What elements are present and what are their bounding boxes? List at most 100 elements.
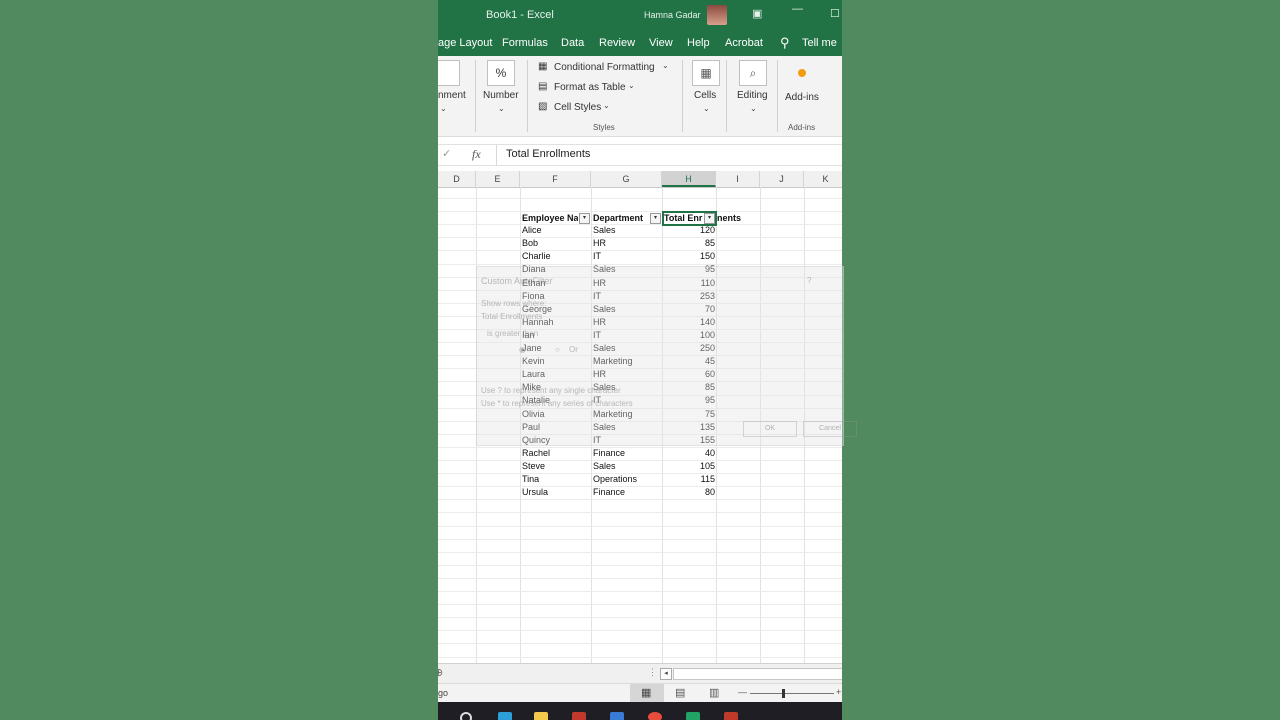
user-name[interactable]: Hamna Gadar xyxy=(644,10,701,20)
column-header-j[interactable]: J xyxy=(760,171,804,187)
addins-icon[interactable] xyxy=(798,69,806,77)
help-icon[interactable]: ? xyxy=(807,276,811,285)
cell-styles-button[interactable]: Cell Styles xyxy=(554,102,601,113)
format-table-icon[interactable]: ▤ xyxy=(538,81,547,92)
cells-label[interactable]: Cells xyxy=(694,90,716,101)
cell-employee-name[interactable]: Bob xyxy=(522,237,588,250)
page-layout-icon[interactable]: ▤ xyxy=(675,686,685,699)
add-sheet-icon[interactable]: ⊕ xyxy=(438,666,443,679)
tab-view[interactable]: View xyxy=(649,37,673,49)
excel-icon[interactable] xyxy=(686,712,700,720)
ribbon-body: nment ⌄ % Number ⌄ ▦ Conditional Formatt… xyxy=(438,56,842,137)
column-header-h[interactable]: H xyxy=(662,171,716,187)
scroll-left-icon[interactable]: ◂ xyxy=(660,668,672,680)
chevron-down-icon[interactable]: ⌄ xyxy=(498,104,505,113)
chevron-down-icon[interactable]: ⌄ xyxy=(440,104,447,113)
cell-employee-name[interactable]: Rachel xyxy=(522,447,588,460)
tab-review[interactable]: Review xyxy=(599,37,635,49)
conditional-formatting-button[interactable]: Conditional Formatting xyxy=(554,62,655,73)
cell-styles-icon[interactable]: ▧ xyxy=(538,101,547,112)
chevron-down-icon[interactable]: ⌄ xyxy=(603,101,610,110)
condition-select[interactable]: is greater than xyxy=(487,329,538,338)
alignment-label[interactable]: nment xyxy=(438,90,466,101)
cancel-button[interactable]: Cancel xyxy=(803,421,857,437)
filter-dropdown-icon[interactable]: ▾ xyxy=(579,213,590,224)
cell-department[interactable]: IT xyxy=(593,250,659,263)
split-handle-icon[interactable]: ⋮ xyxy=(648,667,657,678)
or-radio-icon[interactable]: ○ xyxy=(555,345,560,354)
search-icon[interactable]: ⌕ xyxy=(739,60,767,86)
cell-department[interactable]: Sales xyxy=(593,224,659,237)
header-employee-name[interactable]: Employee Na xyxy=(522,212,578,225)
fx-icon[interactable]: fx xyxy=(472,147,481,162)
addins-label[interactable]: Add-ins xyxy=(785,92,819,103)
column-header-f[interactable]: F xyxy=(520,171,591,187)
search-icon[interactable] xyxy=(460,712,472,720)
cell-employee-name[interactable]: Alice xyxy=(522,224,588,237)
cell-total-enrollments[interactable]: 40 xyxy=(664,447,715,460)
cell-total-enrollments[interactable]: 150 xyxy=(664,250,715,263)
cell-total-enrollments[interactable]: 120 xyxy=(664,224,715,237)
lightbulb-icon[interactable]: ⚲ xyxy=(780,35,790,51)
tab-formulas[interactable]: Formulas xyxy=(502,37,548,49)
cell-department[interactable]: Finance xyxy=(593,486,659,499)
zoom-in-icon[interactable]: + xyxy=(836,687,841,697)
cell-employee-name[interactable]: Tina xyxy=(522,473,588,486)
column-header-k[interactable]: K xyxy=(804,171,842,187)
chevron-down-icon[interactable]: ⌄ xyxy=(662,61,669,70)
cell-employee-name[interactable]: Charlie xyxy=(522,250,588,263)
store-icon[interactable] xyxy=(610,712,624,720)
avatar[interactable] xyxy=(707,5,727,25)
cell-department[interactable]: Operations xyxy=(593,473,659,486)
tab-tell-me[interactable]: Tell me xyxy=(802,37,837,49)
ok-button[interactable]: OK xyxy=(743,421,797,437)
filter-dropdown-icon[interactable]: ▾ xyxy=(650,213,661,224)
header-department[interactable]: Department xyxy=(593,212,651,225)
chrome-icon[interactable] xyxy=(648,712,662,720)
editing-label[interactable]: Editing xyxy=(737,90,768,101)
cell-employee-name[interactable]: Steve xyxy=(522,460,588,473)
cell-total-enrollments[interactable]: 80 xyxy=(664,486,715,499)
minimize-icon[interactable]: — xyxy=(792,3,803,15)
cell-department[interactable]: HR xyxy=(593,237,659,250)
page-break-icon[interactable]: ▥ xyxy=(709,686,719,699)
percent-icon[interactable]: % xyxy=(487,60,515,86)
cell-total-enrollments[interactable]: 85 xyxy=(664,237,715,250)
column-header-g[interactable]: G xyxy=(591,171,662,187)
formula-input[interactable]: Total Enrollments xyxy=(506,148,590,160)
enter-check-icon[interactable]: ✓ xyxy=(442,147,451,160)
cell-employee-name[interactable]: Ursula xyxy=(522,486,588,499)
app-icon[interactable] xyxy=(572,712,586,720)
chevron-down-icon[interactable]: ⌄ xyxy=(703,104,710,113)
tab-data[interactable]: Data xyxy=(561,37,584,49)
zoom-slider[interactable] xyxy=(750,693,834,694)
chevron-down-icon[interactable]: ⌄ xyxy=(628,81,635,90)
alignment-icon[interactable] xyxy=(438,60,460,86)
file-explorer-icon[interactable] xyxy=(534,712,548,720)
number-label[interactable]: Number xyxy=(483,90,519,101)
formula-divider xyxy=(496,145,497,165)
column-header-e[interactable]: E xyxy=(476,171,520,187)
column-header-d[interactable]: D xyxy=(438,171,476,187)
tab-page-layout[interactable]: age Layout xyxy=(438,37,492,49)
zoom-slider-thumb[interactable] xyxy=(782,689,785,698)
and-radio-icon[interactable]: ◉ xyxy=(519,345,526,354)
chevron-down-icon[interactable]: ⌄ xyxy=(750,104,757,113)
ribbon-display-icon[interactable]: ▣ xyxy=(752,7,762,20)
cells-icon[interactable]: ▦ xyxy=(692,60,720,86)
cell-total-enrollments[interactable]: 105 xyxy=(664,460,715,473)
cell-department[interactable]: Sales xyxy=(593,460,659,473)
gridline xyxy=(438,564,842,566)
cell-department[interactable]: Finance xyxy=(593,447,659,460)
acrobat-icon[interactable] xyxy=(724,712,738,720)
cell-total-enrollments[interactable]: 115 xyxy=(664,473,715,486)
conditional-formatting-icon[interactable]: ▦ xyxy=(538,61,547,72)
maximize-icon[interactable]: ☐ xyxy=(830,7,840,20)
edge-icon[interactable] xyxy=(498,712,512,720)
zoom-out-icon[interactable]: — xyxy=(738,687,747,697)
tab-help[interactable]: Help xyxy=(687,37,710,49)
column-header-i[interactable]: I xyxy=(716,171,760,187)
format-as-table-button[interactable]: Format as Table xyxy=(554,82,626,93)
tab-acrobat[interactable]: Acrobat xyxy=(725,37,763,49)
horizontal-scrollbar[interactable] xyxy=(673,668,842,680)
